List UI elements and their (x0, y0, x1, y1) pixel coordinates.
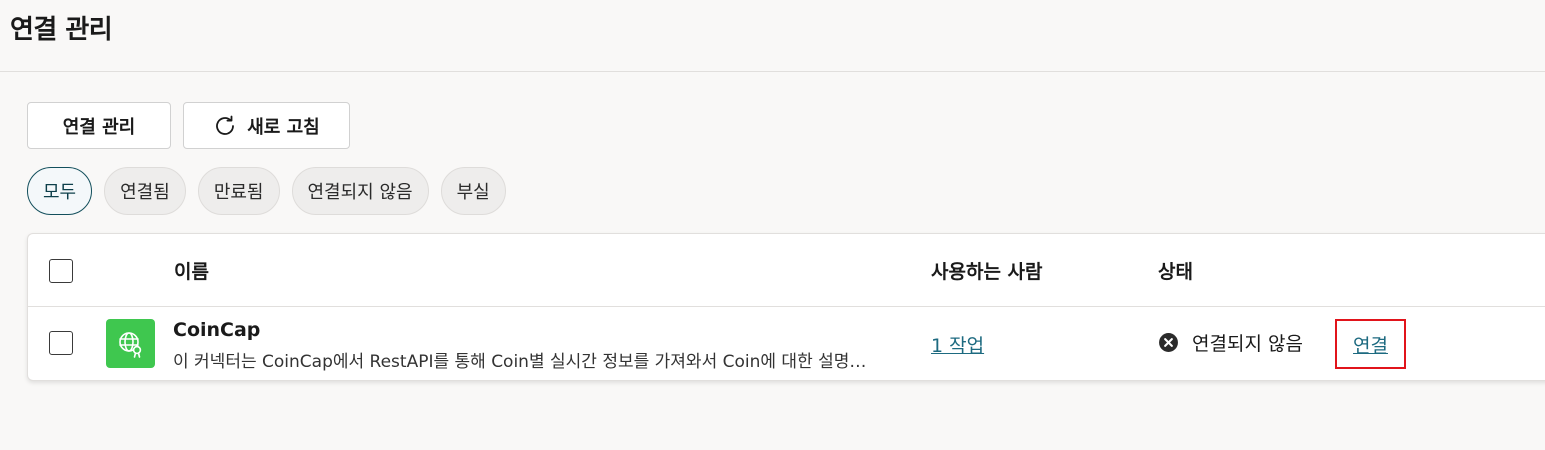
users-link[interactable]: 1 작업 (931, 331, 984, 358)
filter-connected-label: 연결됨 (120, 182, 170, 203)
table-header: 이름 사용하는 사람 상태 (28, 234, 1545, 307)
globe-icon (118, 331, 141, 358)
refresh-button[interactable]: 새로 고침 (183, 102, 350, 149)
close-circle-icon (1159, 333, 1178, 352)
connector-name: CoinCap (173, 319, 261, 341)
filter-stale[interactable]: 부실 (440, 167, 506, 215)
connect-link[interactable]: 연결 (1353, 331, 1388, 358)
status-cell: 연결되지 않음 (1158, 329, 1303, 356)
app-icon (106, 319, 155, 368)
status-text: 연결되지 않음 (1192, 333, 1303, 355)
manage-connections-label: 연결 관리 (62, 116, 136, 138)
filter-pills: 모두 연결됨 만료됨 연결되지 않음 부실 (27, 167, 506, 215)
page-title: 연결 관리 (10, 15, 113, 45)
column-header-name[interactable]: 이름 (174, 234, 209, 307)
filter-expired[interactable]: 만료됨 (197, 167, 280, 215)
column-header-status[interactable]: 상태 (1158, 234, 1193, 307)
filter-connected[interactable]: 연결됨 (104, 167, 186, 215)
toolbar: 연결 관리 새로 고침 (27, 102, 350, 149)
connector-description: 이 커넥터는 CoinCap에서 RestAPI를 통해 Coin별 실시간 정… (173, 352, 867, 372)
filter-all[interactable]: 모두 (27, 167, 93, 215)
table-row[interactable]: CoinCap 이 커넥터는 CoinCap에서 RestAPI를 통해 Coi… (28, 307, 1545, 381)
row-checkbox[interactable] (49, 331, 73, 355)
connections-table: 이름 사용하는 사람 상태 CoinCap 이 커넥터는 CoinCap에서 R… (27, 233, 1545, 381)
filter-all-label: 모두 (43, 182, 77, 203)
connect-highlight: 연결 (1335, 319, 1406, 369)
connections-page: 연결 관리 연결 관리 새로 고침 모두 연결됨 만료됨 연결되지 않음 부실 … (0, 0, 1545, 450)
page-header: 연결 관리 (0, 0, 1545, 72)
manage-connections-button[interactable]: 연결 관리 (27, 102, 171, 149)
filter-not-connected-label: 연결되지 않음 (307, 182, 413, 203)
refresh-icon (216, 115, 235, 135)
column-header-users[interactable]: 사용하는 사람 (931, 234, 1043, 307)
filter-stale-label: 부실 (456, 182, 490, 203)
filter-not-connected[interactable]: 연결되지 않음 (291, 167, 429, 215)
filter-expired-label: 만료됨 (213, 182, 264, 203)
refresh-label: 새로 고침 (247, 116, 320, 138)
select-all-checkbox[interactable] (49, 259, 73, 283)
